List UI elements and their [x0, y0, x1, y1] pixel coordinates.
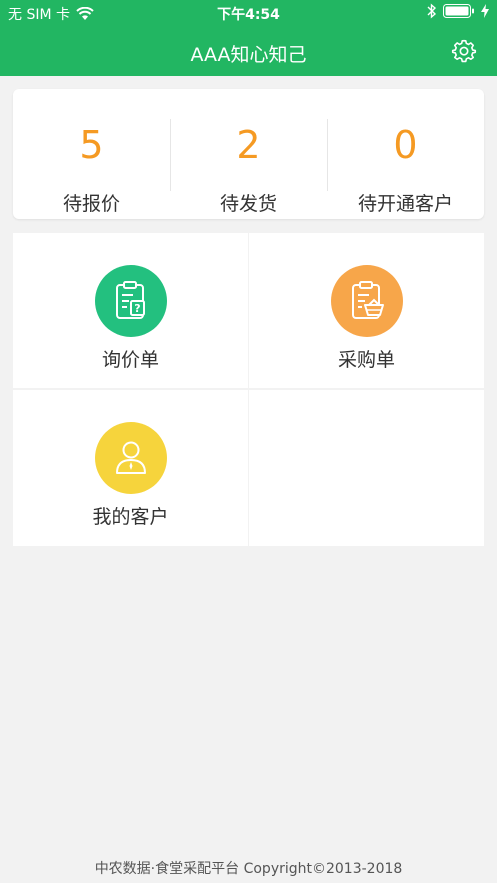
menu-item-label: 询价单 — [101, 349, 159, 371]
charging-icon — [481, 4, 489, 18]
stat-label: 待发货 — [219, 193, 277, 215]
battery-icon — [443, 4, 474, 18]
svg-text:?: ? — [134, 302, 140, 315]
menu-icon-circle — [330, 265, 403, 337]
user-icon — [115, 441, 146, 474]
menu-item-label: 采购单 — [337, 349, 395, 371]
stat-value: 2 — [236, 123, 261, 167]
menu-item-empty — [249, 390, 484, 546]
menu-item-purchase[interactable]: 采购单 — [249, 233, 484, 388]
gear-icon[interactable] — [451, 38, 477, 64]
status-bar: 无 SIM 卡 下午4:54 — [0, 0, 497, 26]
stat-pending-activation[interactable]: 0 待开通客户 — [327, 89, 484, 219]
stat-label: 待报价 — [62, 193, 120, 215]
purchase-basket-icon — [351, 281, 384, 319]
bluetooth-icon — [427, 3, 437, 19]
stat-label: 待开通客户 — [357, 193, 453, 215]
menu-icon-circle — [94, 422, 167, 494]
app-header: 无 SIM 卡 下午4:54 AAA知心知己 — [0, 0, 497, 76]
inquiry-clipboard-icon: ? — [115, 281, 145, 319]
stat-pending-shipment[interactable]: 2 待发货 — [170, 89, 327, 219]
status-right — [427, 3, 489, 19]
menu-item-my-customers[interactable]: 我的客户 — [13, 390, 248, 546]
footer-copyright: 中农数据·食堂采配平台 Copyright©2013-2018 — [94, 861, 403, 877]
menu-item-inquiry[interactable]: ? 询价单 — [13, 233, 248, 388]
menu-icon-circle: ? — [94, 265, 167, 337]
menu-item-label: 我的客户 — [92, 506, 169, 528]
status-time: 下午4:54 — [217, 7, 280, 23]
page-title: AAA知心知己 — [190, 44, 307, 66]
menu-grid: ? 询价单 采购单 我的客户 — [13, 233, 484, 546]
stats-card: 5 待报价 2 待发货 0 待开通客户 — [13, 89, 484, 219]
stat-pending-quote[interactable]: 5 待报价 — [13, 89, 170, 219]
stat-value: 0 — [393, 123, 418, 167]
stat-value: 5 — [79, 123, 104, 167]
